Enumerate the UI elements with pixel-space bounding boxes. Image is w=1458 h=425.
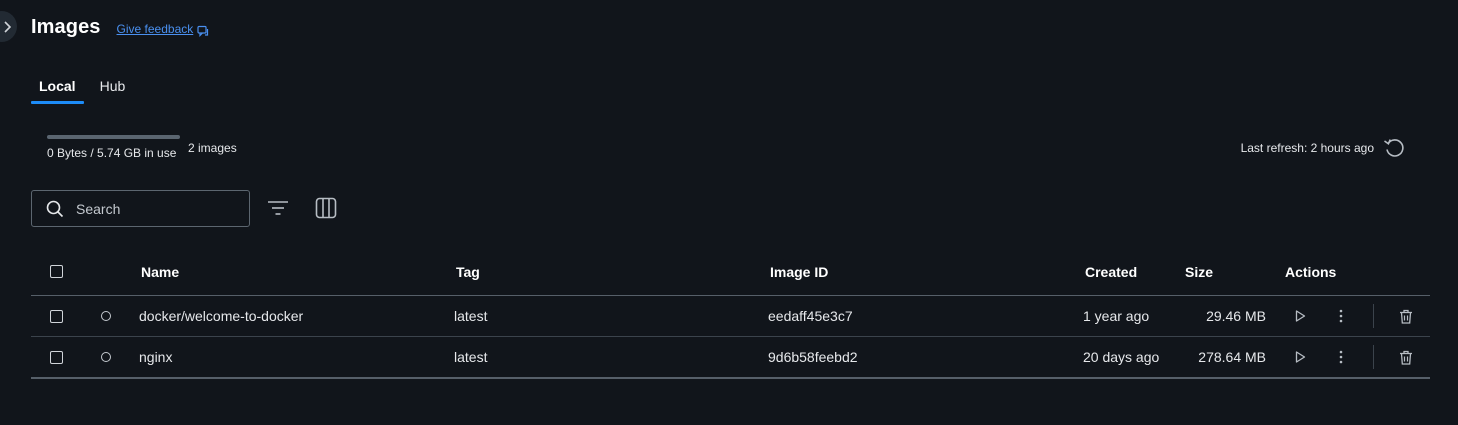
table-row[interactable]: docker/welcome-to-docker latest eedaff45… <box>31 296 1430 337</box>
row-select-cell <box>50 337 63 377</box>
refresh-button[interactable] <box>1382 137 1406 159</box>
column-header-tag[interactable]: Tag <box>456 248 480 295</box>
image-size: 29.46 MB <box>1206 308 1266 324</box>
refresh-icon <box>1384 139 1404 157</box>
image-id: 9d6b58feebd2 <box>768 349 858 365</box>
chevron-right-icon <box>4 20 11 33</box>
give-feedback-link[interactable]: Give feedback <box>116 22 210 37</box>
page-title: Images <box>31 16 101 38</box>
more-vertical-icon <box>1339 350 1343 364</box>
last-refresh: Last refresh: 2 hours ago <box>1241 137 1406 159</box>
delete-button[interactable] <box>1396 306 1416 326</box>
unused-status-icon <box>101 311 111 321</box>
disk-usage: 0 Bytes / 5.74 GB in use <box>47 135 180 160</box>
trash-icon <box>1400 309 1412 324</box>
image-count: 2 images <box>188 141 237 155</box>
image-size: 278.64 MB <box>1198 349 1266 365</box>
table-header-row: Name Tag Image ID Created Size Actions <box>31 248 1430 296</box>
column-header-created[interactable]: Created <box>1085 248 1137 295</box>
select-all-checkbox[interactable] <box>50 265 63 278</box>
give-feedback-label: Give feedback <box>116 22 194 36</box>
image-created: 1 year ago <box>1083 308 1150 324</box>
delete-button[interactable] <box>1396 347 1416 367</box>
columns-button[interactable] <box>314 196 338 225</box>
images-table: Name Tag Image ID Created Size Actions d… <box>31 248 1430 379</box>
images-page: Images Give feedback Local Hub 0 Bytes /… <box>0 0 1458 425</box>
status-cell <box>101 337 111 377</box>
delete-action-cell <box>1396 296 1416 336</box>
more-action-cell <box>1331 337 1351 377</box>
run-button[interactable] <box>1290 347 1310 367</box>
disk-usage-bar <box>47 135 180 139</box>
image-name[interactable]: nginx <box>139 337 172 377</box>
play-icon <box>1295 351 1306 363</box>
filter-button[interactable] <box>266 197 290 224</box>
disk-usage-text: 0 Bytes / 5.74 GB in use <box>47 146 177 160</box>
tab-hub[interactable]: Hub <box>92 76 134 104</box>
play-icon <box>1295 310 1306 322</box>
search-input[interactable] <box>74 199 238 218</box>
run-action-cell <box>1290 296 1310 336</box>
more-vertical-icon <box>1339 309 1343 323</box>
last-refresh-text: Last refresh: 2 hours ago <box>1240 141 1374 155</box>
tab-local[interactable]: Local <box>31 76 84 104</box>
status-cell <box>101 296 111 336</box>
image-tag: latest <box>454 349 488 365</box>
actions-divider <box>1373 345 1374 369</box>
image-source-tabs: Local Hub <box>31 76 133 104</box>
select-all-cell <box>50 248 63 295</box>
image-tag: latest <box>454 308 488 324</box>
run-button[interactable] <box>1290 306 1310 326</box>
columns-icon <box>315 197 337 219</box>
more-action-cell <box>1331 296 1351 336</box>
column-header-actions: Actions <box>1285 263 1337 280</box>
row-checkbox[interactable] <box>50 350 63 364</box>
run-action-cell <box>1290 337 1310 377</box>
column-header-size[interactable]: Size <box>1185 248 1213 295</box>
image-created: 20 days ago <box>1083 349 1160 365</box>
sidebar-toggle-button[interactable] <box>0 11 17 42</box>
search-icon <box>46 200 64 217</box>
more-actions-button[interactable] <box>1331 347 1351 367</box>
page-header: Images Give feedback <box>31 16 209 39</box>
feedback-icon <box>197 25 209 37</box>
delete-action-cell <box>1396 337 1416 377</box>
image-id: eedaff45e3c7 <box>768 308 853 324</box>
image-name[interactable]: docker/welcome-to-docker <box>139 296 303 336</box>
actions-divider <box>1373 304 1374 328</box>
row-select-cell <box>50 296 63 336</box>
column-header-name[interactable]: Name <box>141 248 179 295</box>
table-row[interactable]: nginx latest 9d6b58feebd2 20 days ago 27… <box>31 337 1430 379</box>
column-header-image-id[interactable]: Image ID <box>770 248 828 295</box>
unused-status-icon <box>101 352 111 362</box>
row-checkbox[interactable] <box>50 309 63 323</box>
filter-icon <box>268 201 288 215</box>
trash-icon <box>1400 350 1412 365</box>
more-actions-button[interactable] <box>1331 306 1351 326</box>
search-box[interactable] <box>31 190 250 227</box>
